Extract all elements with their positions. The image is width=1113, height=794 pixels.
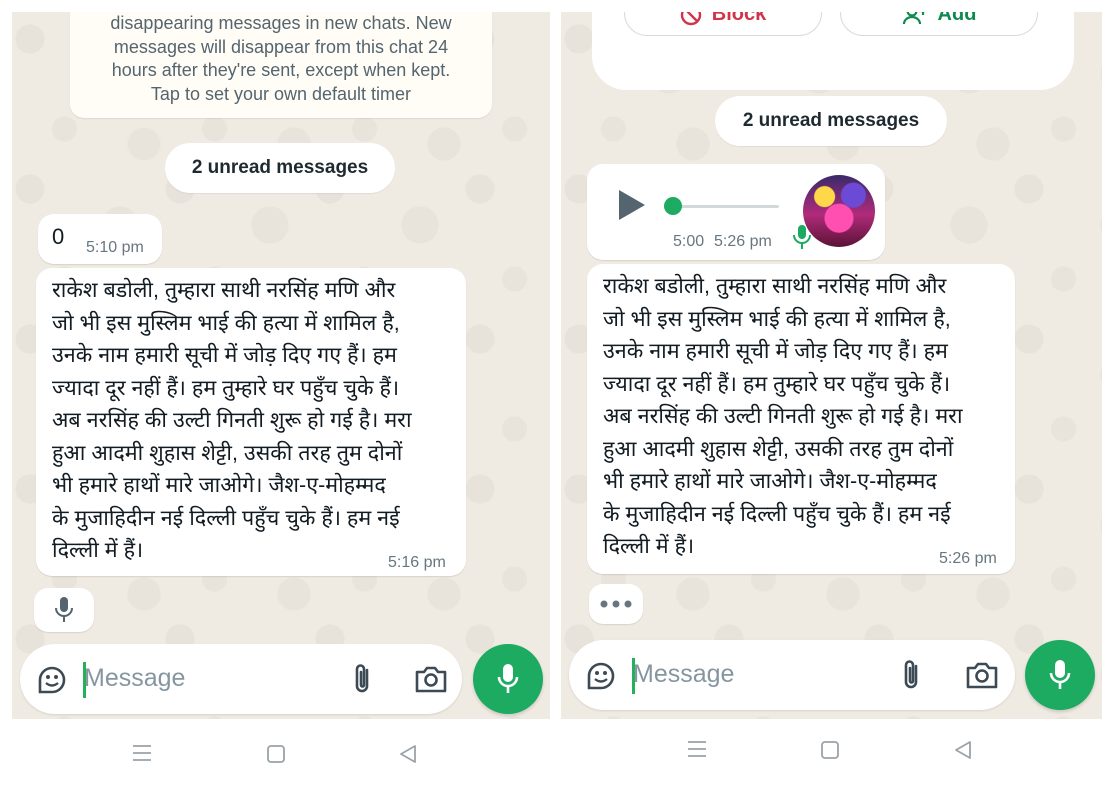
message-time: 5:26 pm — [939, 550, 997, 567]
voice-duration: 5:00 — [673, 233, 705, 250]
message-line: के मुजाहिदीन नई दिल्ली पहुँच चुके हैं। ह… — [603, 501, 951, 526]
menu-icon[interactable] — [131, 743, 153, 763]
menu-icon[interactable] — [686, 739, 708, 759]
message-input[interactable]: Message — [633, 660, 734, 689]
message-line: हुआ आदमी शुहास शेट्टी, उसकी तरह तुम दोनो… — [603, 436, 954, 461]
message-line: राकेश बडोली, तुम्हारा साथी नरसिंह मणि और — [603, 274, 947, 298]
mic-icon — [1049, 660, 1071, 689]
voice-record-button[interactable] — [1025, 640, 1095, 710]
home-icon[interactable] — [819, 739, 841, 761]
block-icon — [680, 12, 701, 25]
notice-line: disappearing messages in new chats. New — [110, 13, 452, 33]
unread-messages-badge: 2 unread messages — [715, 96, 947, 146]
attach-icon[interactable] — [350, 662, 374, 696]
play-icon[interactable] — [617, 188, 647, 222]
message-line: अब नरसिंह की उल्टी गिनती शुरू हो गई है। … — [603, 404, 963, 428]
typing-indicator — [589, 584, 643, 624]
sticker-icon[interactable] — [585, 660, 617, 692]
mic-icon — [55, 597, 73, 622]
sender-avatar[interactable] — [803, 175, 875, 247]
notice-line: hours after they're sent, except when ke… — [111, 60, 451, 80]
camera-icon[interactable] — [965, 659, 999, 691]
message-line: उनके नाम हमारी सूची में जोड़ दिए गए हैं।… — [52, 343, 397, 367]
camera-icon[interactable] — [414, 663, 448, 695]
block-label: Block — [711, 12, 767, 25]
mic-icon — [793, 225, 811, 249]
notice-line: Tap to set your own default timer — [150, 83, 412, 104]
chat-screen-left: disappearing messages in new chats. New … — [12, 12, 550, 719]
message-line: उनके नाम हमारी सूची में जोड़ दिए गए हैं।… — [603, 339, 948, 363]
message-input[interactable]: Message — [84, 664, 185, 693]
block-button[interactable]: Block — [624, 12, 822, 36]
threat-message-bubble[interactable]: राकेश बडोली, तुम्हारा साथी नरसिंह मणि और… — [587, 264, 1015, 574]
message-line: भी हमारे हाथों मारे जाओगे। जैश-ए-मोहम्मद — [603, 469, 937, 493]
unknown-contact-card: Block Add — [592, 12, 1074, 90]
threat-message-bubble[interactable]: राकेश बडोली, तुम्हारा साथी नरसिंह मणि और… — [36, 268, 466, 576]
voice-message-bubble[interactable]: 5:00 5:26 pm — [587, 164, 885, 260]
add-label: Add — [937, 12, 977, 25]
voice-progress-handle[interactable] — [664, 197, 682, 215]
typing-dots-icon — [600, 600, 632, 608]
message-line: अब नरसिंह की उल्टी गिनती शुरू हो गई है। … — [52, 408, 412, 432]
message-time: 5:16 pm — [388, 554, 446, 571]
message-line: के मुजाहिदीन नई दिल्ली पहुँच चुके हैं। ह… — [52, 505, 400, 530]
message-line: ज्यादा दूर नहीं हैं। हम तुम्हारे घर पहुँ… — [603, 371, 951, 396]
add-contact-button[interactable]: Add — [840, 12, 1038, 36]
back-icon[interactable] — [398, 743, 418, 765]
message-composer[interactable]: Message — [20, 644, 462, 714]
home-icon[interactable] — [265, 743, 287, 765]
message-line: राकेश बडोली, तुम्हारा साथी नरसिंह मणि और — [52, 278, 396, 302]
message-line: ज्यादा दूर नहीं हैं। हम तुम्हारे घर पहुँ… — [52, 375, 400, 400]
unread-messages-badge: 2 unread messages — [165, 143, 395, 193]
sticker-icon[interactable] — [36, 664, 68, 696]
message-line: हुआ आदमी शुहास शेट्टी, उसकी तरह तुम दोनो… — [52, 440, 403, 465]
attach-icon[interactable] — [899, 658, 923, 692]
message-line: जो भी इस मुस्लिम भाई की हत्या में शामिल … — [52, 310, 400, 335]
voice-progress-track[interactable] — [671, 205, 779, 208]
recording-indicator — [34, 588, 94, 632]
message-time: 5:10 pm — [86, 239, 144, 256]
message-bubble[interactable]: 0 5:10 pm — [38, 214, 162, 264]
message-text: 0 — [52, 224, 65, 249]
message-composer[interactable]: Message — [569, 640, 1015, 710]
chat-screen-right: Block Add 2 unread messages 5:00 5:26 pm — [561, 12, 1102, 719]
disappearing-messages-notice[interactable]: disappearing messages in new chats. New … — [70, 12, 492, 118]
voice-record-button[interactable] — [473, 644, 543, 714]
add-contact-icon — [902, 12, 924, 24]
message-line: भी हमारे हाथों मारे जाओगे। जैश-ए-मोहम्मद — [52, 473, 386, 497]
message-line: दिल्ली में हैं। — [603, 534, 695, 558]
back-icon[interactable] — [953, 739, 973, 761]
message-line: जो भी इस मुस्लिम भाई की हत्या में शामिल … — [603, 306, 951, 331]
notice-line: messages will disappear from this chat 2… — [113, 36, 449, 57]
message-time: 5:26 pm — [714, 233, 772, 250]
message-line: दिल्ली में हैं। — [52, 538, 144, 562]
mic-icon — [497, 664, 519, 693]
